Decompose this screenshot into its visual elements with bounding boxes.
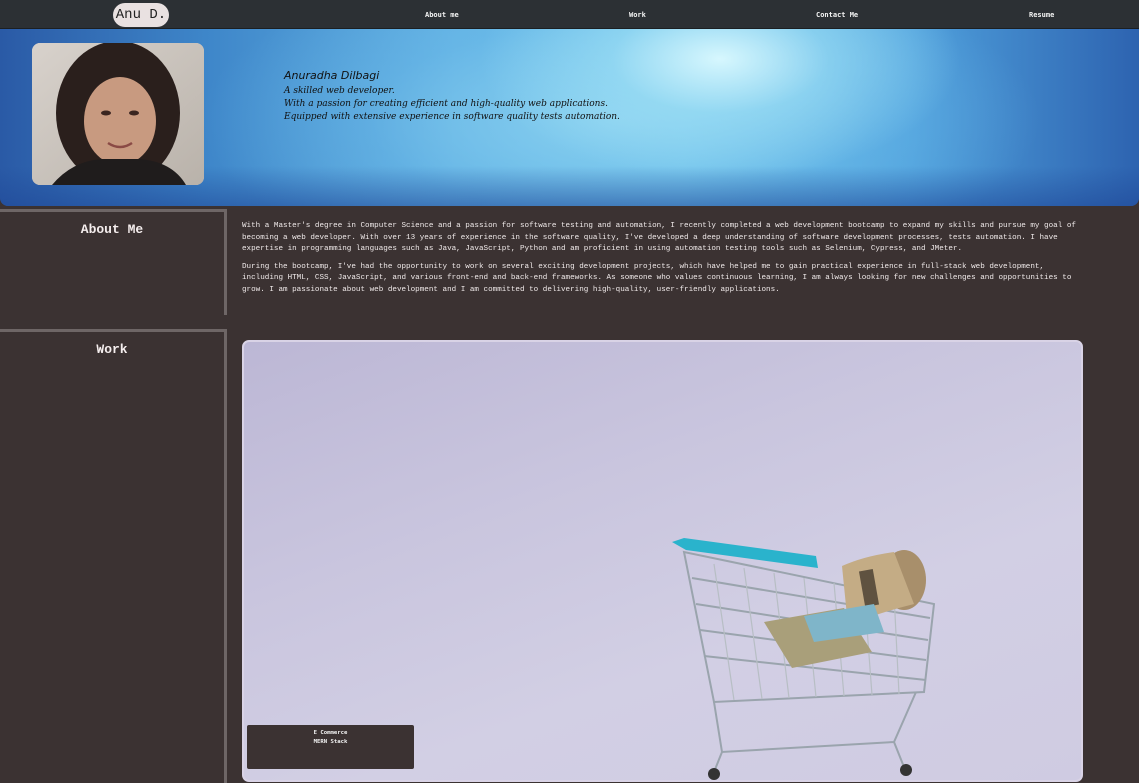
- profile-photo: [32, 43, 204, 185]
- nav-link-work[interactable]: Work: [629, 0, 646, 29]
- about-body: With a Master's degree in Computer Scien…: [242, 221, 1082, 303]
- hero-banner: Anuradha Dilbagi A skilled web developer…: [0, 29, 1139, 206]
- profile-photo-illustration: [32, 43, 204, 185]
- brand-logo[interactable]: Anu D.: [113, 3, 169, 27]
- top-navbar: Anu D. About me Work Contact Me Resume: [0, 0, 1139, 29]
- about-heading: About Me: [80, 222, 144, 237]
- nav-link-contact[interactable]: Contact Me: [816, 0, 858, 29]
- nav-link-about[interactable]: About me: [425, 0, 459, 29]
- project-card-ecommerce[interactable]: E Commerce MERN Stack: [242, 340, 1083, 782]
- hero-tagline-1: A skilled web developer.: [284, 86, 395, 96]
- project-title: E Commerce: [313, 730, 348, 736]
- about-paragraph-2: During the bootcamp, I've had the opport…: [242, 262, 1072, 294]
- project-subtitle: MERN Stack: [313, 739, 348, 745]
- hero-name: Anuradha Dilbagi: [284, 69, 380, 82]
- shopping-cart-illustration: [672, 538, 936, 780]
- hero-tagline-2: With a passion for creating efficient an…: [284, 99, 608, 109]
- about-paragraph-1: With a Master's degree in Computer Scien…: [242, 222, 1076, 254]
- hero-tagline-3: Equipped with extensive experience in so…: [284, 112, 620, 122]
- work-heading: Work: [96, 342, 128, 357]
- about-top-divider: [0, 209, 224, 212]
- work-top-divider: [0, 329, 224, 332]
- hero-intro: Anuradha Dilbagi A skilled web developer…: [284, 69, 620, 124]
- work-vertical-divider: [224, 329, 227, 783]
- about-vertical-divider: [224, 209, 227, 315]
- project-caption: E Commerce MERN Stack: [247, 725, 414, 769]
- nav-link-resume[interactable]: Resume: [1029, 0, 1054, 29]
